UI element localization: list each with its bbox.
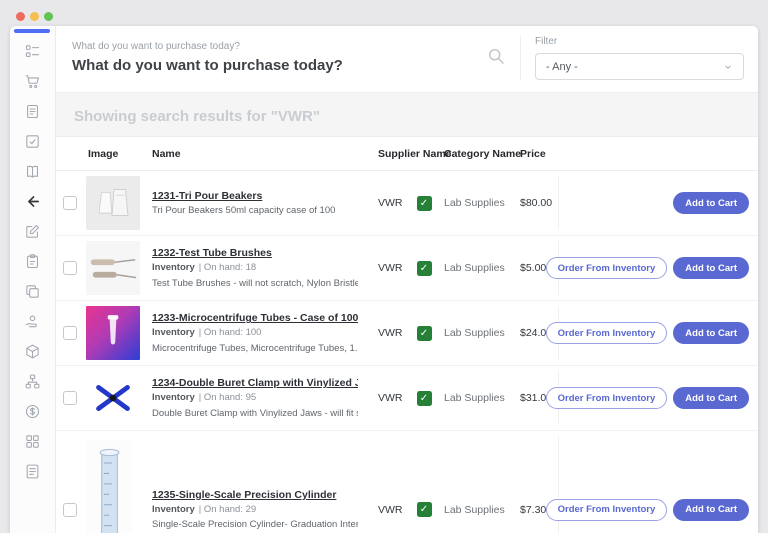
zoom-window-button[interactable]	[44, 12, 53, 21]
product-title-link[interactable]: 1232-Test Tube Brushes	[152, 247, 358, 259]
search-label: What do you want to purchase today?	[72, 41, 478, 52]
row-checkbox[interactable]	[63, 391, 77, 405]
main-content: What do you want to purchase today? Filt…	[56, 26, 758, 533]
supplier-name: VWR	[366, 504, 412, 516]
filter-section: Filter - Any -	[520, 36, 744, 80]
filter-select[interactable]: - Any -	[535, 53, 744, 80]
package-icon[interactable]	[24, 342, 42, 360]
product-image-precision-cylinder	[86, 440, 132, 533]
order-from-inventory-button[interactable]: Order From Inventory	[546, 499, 668, 521]
table-row: 1234-Double Buret Clamp with Vinylized J…	[56, 366, 758, 431]
column-header-name: Name	[146, 148, 366, 160]
sidebar-nav	[10, 26, 56, 533]
search-bar: What do you want to purchase today? Filt…	[56, 26, 758, 93]
column-header-supplier: Supplier Name	[366, 148, 412, 160]
table-row: 1233-Microcentrifuge Tubes - Case of 100…	[56, 301, 758, 366]
add-to-cart-button[interactable]: Add to Cart	[673, 192, 749, 214]
clipboard-icon[interactable]	[24, 252, 42, 270]
row-checkbox[interactable]	[63, 196, 77, 210]
category-name: Lab Supplies	[436, 197, 514, 209]
product-title-link[interactable]: 1235-Single-Scale Precision Cylinder	[152, 489, 358, 501]
verified-check-icon: ✓	[417, 502, 432, 517]
payment-icon[interactable]	[24, 312, 42, 330]
product-title-link[interactable]: 1231-Tri Pour Beakers	[152, 190, 358, 202]
product-description: Test Tube Brushes - will not scratch, Ny…	[152, 278, 358, 289]
chevron-down-icon	[723, 62, 733, 72]
add-to-cart-button[interactable]: Add to Cart	[673, 257, 749, 279]
add-to-cart-button[interactable]: Add to Cart	[673, 322, 749, 344]
filter-label: Filter	[535, 36, 744, 47]
inventory-line: Inventory| On hand: 29	[152, 504, 358, 516]
search-icon[interactable]	[486, 46, 506, 71]
results-table: Image Name Supplier Name Category Name P…	[56, 136, 758, 533]
supplier-name: VWR	[366, 197, 412, 209]
order-from-inventory-button[interactable]: Order From Inventory	[546, 387, 668, 409]
order-from-inventory-button[interactable]: Order From Inventory	[546, 322, 668, 344]
category-name: Lab Supplies	[436, 504, 514, 516]
product-image-microcentrifuge-tubes	[86, 306, 140, 360]
list-icon[interactable]	[24, 42, 42, 60]
verified-check-icon: ✓	[417, 391, 432, 406]
product-title-link[interactable]: 1234-Double Buret Clamp with Vinylized J…	[152, 377, 358, 389]
column-header-category: Category Name	[436, 148, 514, 160]
column-header-image: Image	[84, 148, 146, 160]
back-arrow-icon[interactable]	[24, 192, 42, 210]
product-image-beakers	[86, 176, 140, 230]
category-name: Lab Supplies	[436, 392, 514, 404]
book-icon[interactable]	[24, 162, 42, 180]
price: $80.00	[514, 197, 558, 209]
table-header-row: Image Name Supplier Name Category Name P…	[56, 137, 758, 171]
app-window: What do you want to purchase today? Filt…	[10, 26, 758, 533]
close-window-button[interactable]	[16, 12, 25, 21]
checklist-icon[interactable]	[24, 132, 42, 150]
inventory-line: Inventory| On hand: 100	[152, 327, 358, 339]
order-from-inventory-button[interactable]: Order From Inventory	[546, 257, 668, 279]
hierarchy-icon[interactable]	[24, 372, 42, 390]
product-image-buret-clamp	[86, 371, 140, 425]
notes-icon[interactable]	[24, 462, 42, 480]
edit-icon[interactable]	[24, 222, 42, 240]
verified-check-icon: ✓	[417, 326, 432, 341]
product-description: Microcentrifuge Tubes, Microcentrifuge T…	[152, 343, 358, 354]
brand-accent-bar	[14, 29, 50, 33]
product-description: Single-Scale Precision Cylinder- Graduat…	[152, 519, 358, 530]
table-row: 1231-Tri Pour Beakers Tri Pour Beakers 5…	[56, 171, 758, 236]
search-input[interactable]	[72, 57, 478, 74]
copy-icon[interactable]	[24, 282, 42, 300]
verified-check-icon: ✓	[417, 196, 432, 211]
category-name: Lab Supplies	[436, 262, 514, 274]
apps-icon[interactable]	[24, 432, 42, 450]
add-to-cart-button[interactable]: Add to Cart	[673, 387, 749, 409]
supplier-name: VWR	[366, 327, 412, 339]
row-checkbox[interactable]	[63, 503, 77, 517]
row-checkbox[interactable]	[63, 261, 77, 275]
inventory-line: Inventory| On hand: 18	[152, 262, 358, 274]
column-header-price: Price	[514, 148, 558, 160]
add-to-cart-button[interactable]: Add to Cart	[673, 499, 749, 521]
table-row: 1232-Test Tube Brushes Inventory| On han…	[56, 236, 758, 301]
results-heading: Showing search results for "VWR"	[56, 93, 758, 136]
product-description: Double Buret Clamp with Vinylized Jaws -…	[152, 408, 358, 419]
cart-icon[interactable]	[24, 72, 42, 90]
supplier-name: VWR	[366, 392, 412, 404]
product-title-link[interactable]: 1233-Microcentrifuge Tubes - Case of 100	[152, 312, 358, 324]
filter-selected-value: - Any -	[546, 61, 578, 73]
supplier-name: VWR	[366, 262, 412, 274]
product-image-brushes	[86, 241, 140, 295]
category-name: Lab Supplies	[436, 327, 514, 339]
product-description: Tri Pour Beakers 50ml capacity case of 1…	[152, 205, 358, 216]
inventory-line: Inventory| On hand: 95	[152, 392, 358, 404]
verified-check-icon: ✓	[417, 261, 432, 276]
row-checkbox[interactable]	[63, 326, 77, 340]
table-row: 1235-Single-Scale Precision Cylinder Inv…	[56, 431, 758, 533]
window-controls	[16, 12, 53, 21]
document-icon[interactable]	[24, 102, 42, 120]
dollar-icon[interactable]	[24, 402, 42, 420]
minimize-window-button[interactable]	[30, 12, 39, 21]
